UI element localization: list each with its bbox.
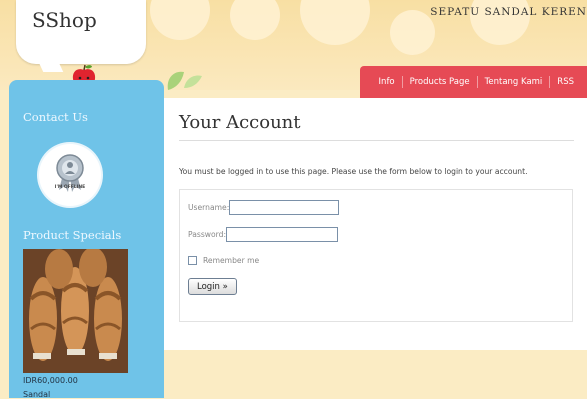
remember-me-checkbox[interactable] [188, 256, 197, 265]
offline-status-badge[interactable]: I'M OFFLINE [39, 144, 101, 206]
sidebar: Contact Us I'M OFFLINE Product Specials [9, 80, 164, 399]
status-badge-label: I'M OFFLINE [54, 185, 86, 190]
username-row: Username: [188, 200, 340, 215]
logo-box[interactable]: SShop [16, 0, 146, 64]
password-input[interactable] [226, 227, 339, 242]
login-button[interactable]: Login » [188, 278, 237, 295]
nav-item-info[interactable]: Info [372, 76, 402, 88]
nav-item-tentang-kami[interactable]: Tentang Kami [476, 76, 550, 88]
login-form: Username: Password: Remember me Login » [179, 189, 573, 322]
nav-item-products-page[interactable]: Products Page [401, 76, 477, 88]
ribbon-icon [56, 154, 84, 192]
flower-decoration [150, 0, 210, 40]
contact-heading: Contact Us [23, 110, 88, 124]
username-label: Username: [188, 203, 230, 212]
leaf-icon [167, 71, 202, 90]
flower-decoration [390, 10, 435, 55]
page-title: Your Account [179, 112, 301, 133]
login-notice: You must be logged in to use this page. … [179, 167, 528, 176]
nav-item-rss[interactable]: RSS [549, 76, 581, 88]
title-divider [179, 140, 574, 141]
flower-decoration [300, 0, 370, 45]
site-tagline: SEPATU SANDAL KEREN [430, 6, 587, 18]
username-input[interactable] [229, 200, 340, 215]
password-label: Password: [188, 230, 227, 239]
product-specials-heading: Product Specials [23, 228, 122, 242]
password-row: Password: [188, 227, 339, 242]
remember-row: Remember me [188, 256, 259, 265]
sandal-product-image [23, 249, 128, 373]
top-navigation: Info Products Page Tentang Kami RSS [360, 66, 587, 98]
product-image[interactable] [23, 249, 128, 373]
main-content: Your Account You must be logged in to us… [164, 98, 587, 350]
remember-me-label[interactable]: Remember me [203, 256, 259, 265]
product-price: IDR60,000.00 [23, 376, 78, 385]
site-logo[interactable]: SShop [32, 8, 97, 32]
flower-decoration [230, 0, 280, 40]
